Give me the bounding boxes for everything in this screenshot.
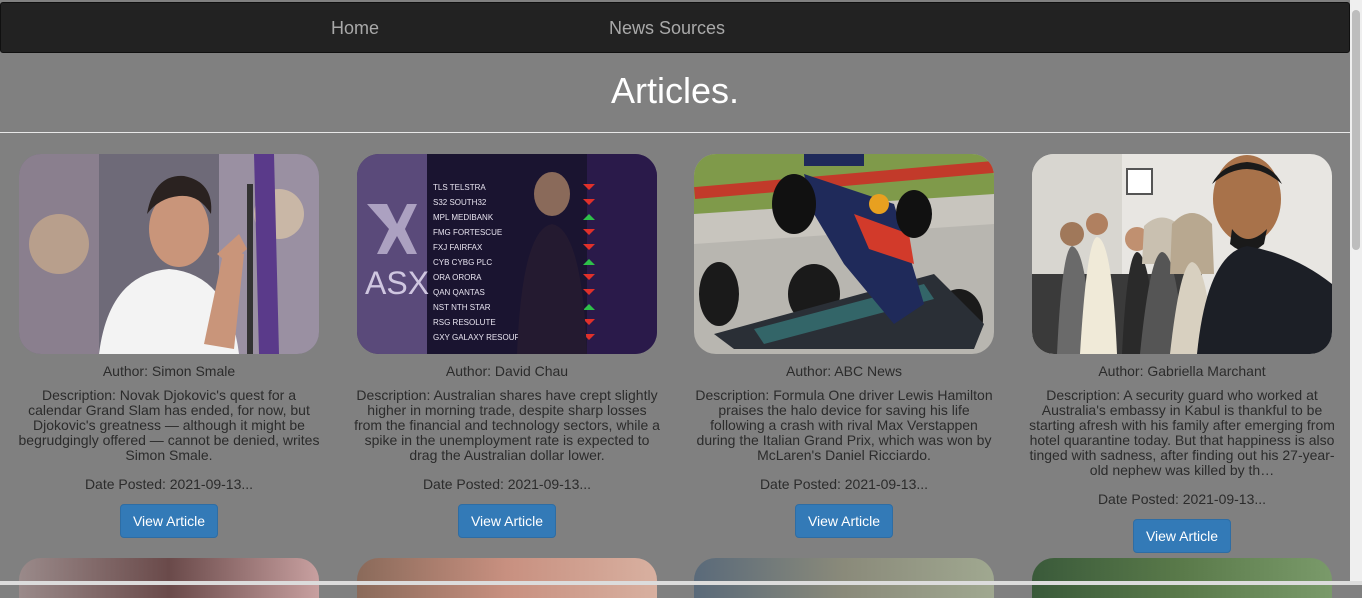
ticker-row-text: FMG FORTESCUE (433, 228, 502, 237)
ticker-row-text: FXJ FAIRFAX (433, 243, 483, 252)
vertical-scrollbar[interactable] (1350, 0, 1362, 585)
ticker-row-text: MPL MEDIBANK (433, 213, 494, 222)
article-image-tennis[interactable] (19, 154, 319, 354)
article-card: Author: Simon Smale Description: Novak D… (14, 154, 324, 538)
view-article-button[interactable]: View Article (119, 504, 219, 538)
ticker-row-text: S32 SOUTH32 (433, 198, 487, 207)
view-article-button[interactable]: View Article (457, 504, 557, 538)
article-author: Author: David Chau (445, 363, 569, 379)
article-image-next-3[interactable] (694, 558, 994, 598)
asx-sign-text: ASX (365, 265, 429, 301)
article-description: Description: A security guard who worked… (1029, 387, 1335, 478)
view-article-button[interactable]: View Article (1132, 519, 1232, 553)
article-description: Description: Formula One driver Lewis Ha… (695, 387, 993, 463)
view-article-button[interactable]: View Article (794, 504, 894, 538)
ticker-row-text: ORA ORORA (433, 273, 482, 282)
article-date: Date Posted: 2021-09-13... (1097, 491, 1267, 507)
article-image-stock-board[interactable]: ASX TLS TELSTRA S32 SOUTH32 MPL MEDIBANK FM… (357, 154, 657, 354)
ticker-row-text: CYB CYBG PLC (433, 258, 492, 267)
article-image-next-4[interactable] (1032, 558, 1332, 598)
ticker-row-text: TLS TELSTRA (433, 183, 486, 192)
article-date: Date Posted: 2021-09-13... (84, 476, 254, 492)
article-card: ASX TLS TELSTRA S32 SOUTH32 MPL MEDIBANK FM… (352, 154, 662, 538)
page-title: Articles. (610, 70, 740, 111)
horizontal-scrollbar[interactable] (0, 581, 1362, 585)
article-image-next-2[interactable] (357, 558, 657, 598)
ticker-row-text: RSG RESOLUTE (433, 318, 496, 327)
scrollbar-thumb[interactable] (1352, 10, 1360, 250)
article-author: Author: Gabriella Marchant (1098, 363, 1266, 379)
article-card: Author: Gabriella Marchant Description: … (1027, 154, 1337, 553)
article-description: Description: Novak Djokovic's quest for … (18, 387, 320, 463)
article-date: Date Posted: 2021-09-13... (422, 476, 592, 492)
ticker-row-text: QAN QANTAS (433, 288, 485, 297)
article-date: Date Posted: 2021-09-13... (759, 476, 929, 492)
article-image-f1-crash[interactable] (694, 154, 994, 354)
article-image-next-1[interactable] (19, 558, 319, 598)
navbar: Home News Sources (0, 2, 1350, 53)
article-author: Author: ABC News (786, 363, 902, 379)
header-divider (0, 132, 1350, 133)
article-card: Author: ABC News Description: Formula On… (689, 154, 999, 538)
article-author: Author: Simon Smale (102, 363, 236, 379)
nav-home-link[interactable]: Home (331, 18, 379, 39)
article-image-family-selfie[interactable] (1032, 154, 1332, 354)
nav-news-sources-link[interactable]: News Sources (609, 18, 725, 39)
article-description: Description: Australian shares have crep… (354, 387, 660, 463)
ticker-row-text: NST NTH STAR (433, 303, 491, 312)
